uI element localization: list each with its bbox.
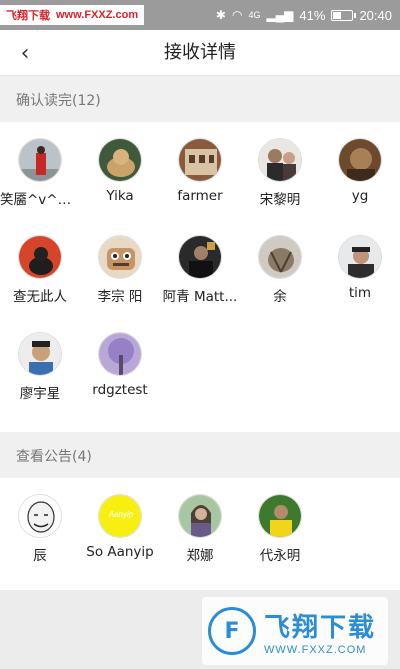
read-user-item[interactable]: rdgztest (80, 332, 160, 398)
bluetooth-icon: ✱ (215, 8, 226, 22)
read-user-item[interactable]: 阿青 Matt... (160, 235, 240, 305)
user-name: 廖宇星 (19, 386, 61, 402)
avatar (258, 138, 302, 182)
user-name: 代永明 (259, 548, 301, 564)
read-user-item[interactable]: 宋黎明 (240, 138, 320, 208)
avatar: Aanyip (98, 494, 142, 538)
read-user-item[interactable]: yg (320, 138, 400, 204)
avatar (18, 494, 62, 538)
watermark-url: www.FXXZ.com (56, 9, 139, 21)
avatar (98, 332, 142, 376)
user-name: So Aanyip (86, 544, 154, 560)
viewed-section-header: 查看公告(4) (0, 434, 400, 478)
avatar (178, 235, 222, 279)
user-name: farmer (177, 188, 223, 204)
user-name: yg (351, 188, 369, 204)
watermark-site: WWW.FXXZ.COM (264, 643, 367, 656)
avatar (258, 235, 302, 279)
watermark-brand: 飞翔下载 (264, 612, 377, 643)
user-name: tim (348, 285, 372, 301)
wifi-icon: ◠ (231, 8, 243, 22)
user-name: rdgztest (92, 382, 148, 398)
signal-icon: ▂▄▆ (266, 8, 294, 22)
read-user-item[interactable]: Yika (80, 138, 160, 204)
status-bar: 飞翔下载 www.FXXZ.com ✱ ◠ 4G ▂▄▆ 41% 20:40 (0, 0, 400, 30)
read-user-item[interactable]: 李宗 阳 (80, 235, 160, 305)
user-name: 查无此人 (13, 289, 67, 305)
avatar (338, 138, 382, 182)
watermark-bottom: F 飞翔下载 WWW.FXXZ.COM (202, 597, 388, 665)
avatar (178, 494, 222, 538)
read-user-grid: 笑靥^v^小... Yika farmer 宋黎明 yg 查无此人 李宗 阳 阿青 Matt.… (0, 122, 400, 432)
avatar (18, 332, 62, 376)
user-name: 宋黎明 (259, 192, 301, 208)
avatar (258, 494, 302, 538)
status-icons: ✱ ◠ 4G ▂▄▆ 41% 20:40 (216, 0, 392, 30)
battery-percent: 41% (299, 7, 326, 23)
battery-icon (331, 9, 357, 21)
user-name: 笑靥^v^小... (0, 192, 80, 208)
avatar (18, 138, 62, 182)
page-title: 接收详情 (164, 42, 236, 63)
avatar-badge-text: Aanyip (108, 510, 134, 519)
battery-fill (333, 11, 341, 19)
viewed-user-item[interactable]: 辰 (0, 494, 80, 564)
read-user-item[interactable]: 余 (240, 235, 320, 305)
avatar (98, 235, 142, 279)
avatar (338, 235, 382, 279)
viewed-user-item[interactable]: Aanyip So Aanyip (80, 494, 160, 560)
read-user-item[interactable]: tim (320, 235, 400, 301)
user-name: Yika (106, 188, 134, 204)
watermark-logo-icon: F (208, 607, 256, 655)
nav-bar: ‹ 接收详情 (0, 30, 400, 76)
clock: 20:40 (359, 7, 392, 23)
avatar (18, 235, 62, 279)
read-user-item[interactable]: farmer (160, 138, 240, 204)
read-section-header: 确认读完(12) (0, 78, 400, 122)
user-name: 郑娜 (186, 548, 214, 564)
footer-area: F 飞翔下载 WWW.FXXZ.COM (0, 590, 400, 669)
avatar (98, 138, 142, 182)
user-name: 李宗 阳 (97, 289, 143, 305)
viewed-user-item[interactable]: 郑娜 (160, 494, 240, 564)
user-name: 阿青 Matt... (162, 289, 238, 305)
viewed-user-item[interactable]: 代永明 (240, 494, 320, 564)
user-name: 辰 (33, 548, 47, 564)
read-user-item[interactable]: 廖宇星 (0, 332, 80, 402)
read-user-item[interactable]: 查无此人 (0, 235, 80, 305)
network-label: 4G (248, 10, 261, 20)
read-user-item[interactable]: 笑靥^v^小... (0, 138, 80, 208)
watermark-top: 飞翔下载 www.FXXZ.com (0, 5, 145, 25)
avatar (178, 138, 222, 182)
user-name: 余 (273, 289, 287, 305)
viewed-user-grid: 辰 Aanyip So Aanyip 郑娜 代永明 (0, 478, 400, 590)
watermark-text: 飞翔下载 (6, 9, 50, 22)
